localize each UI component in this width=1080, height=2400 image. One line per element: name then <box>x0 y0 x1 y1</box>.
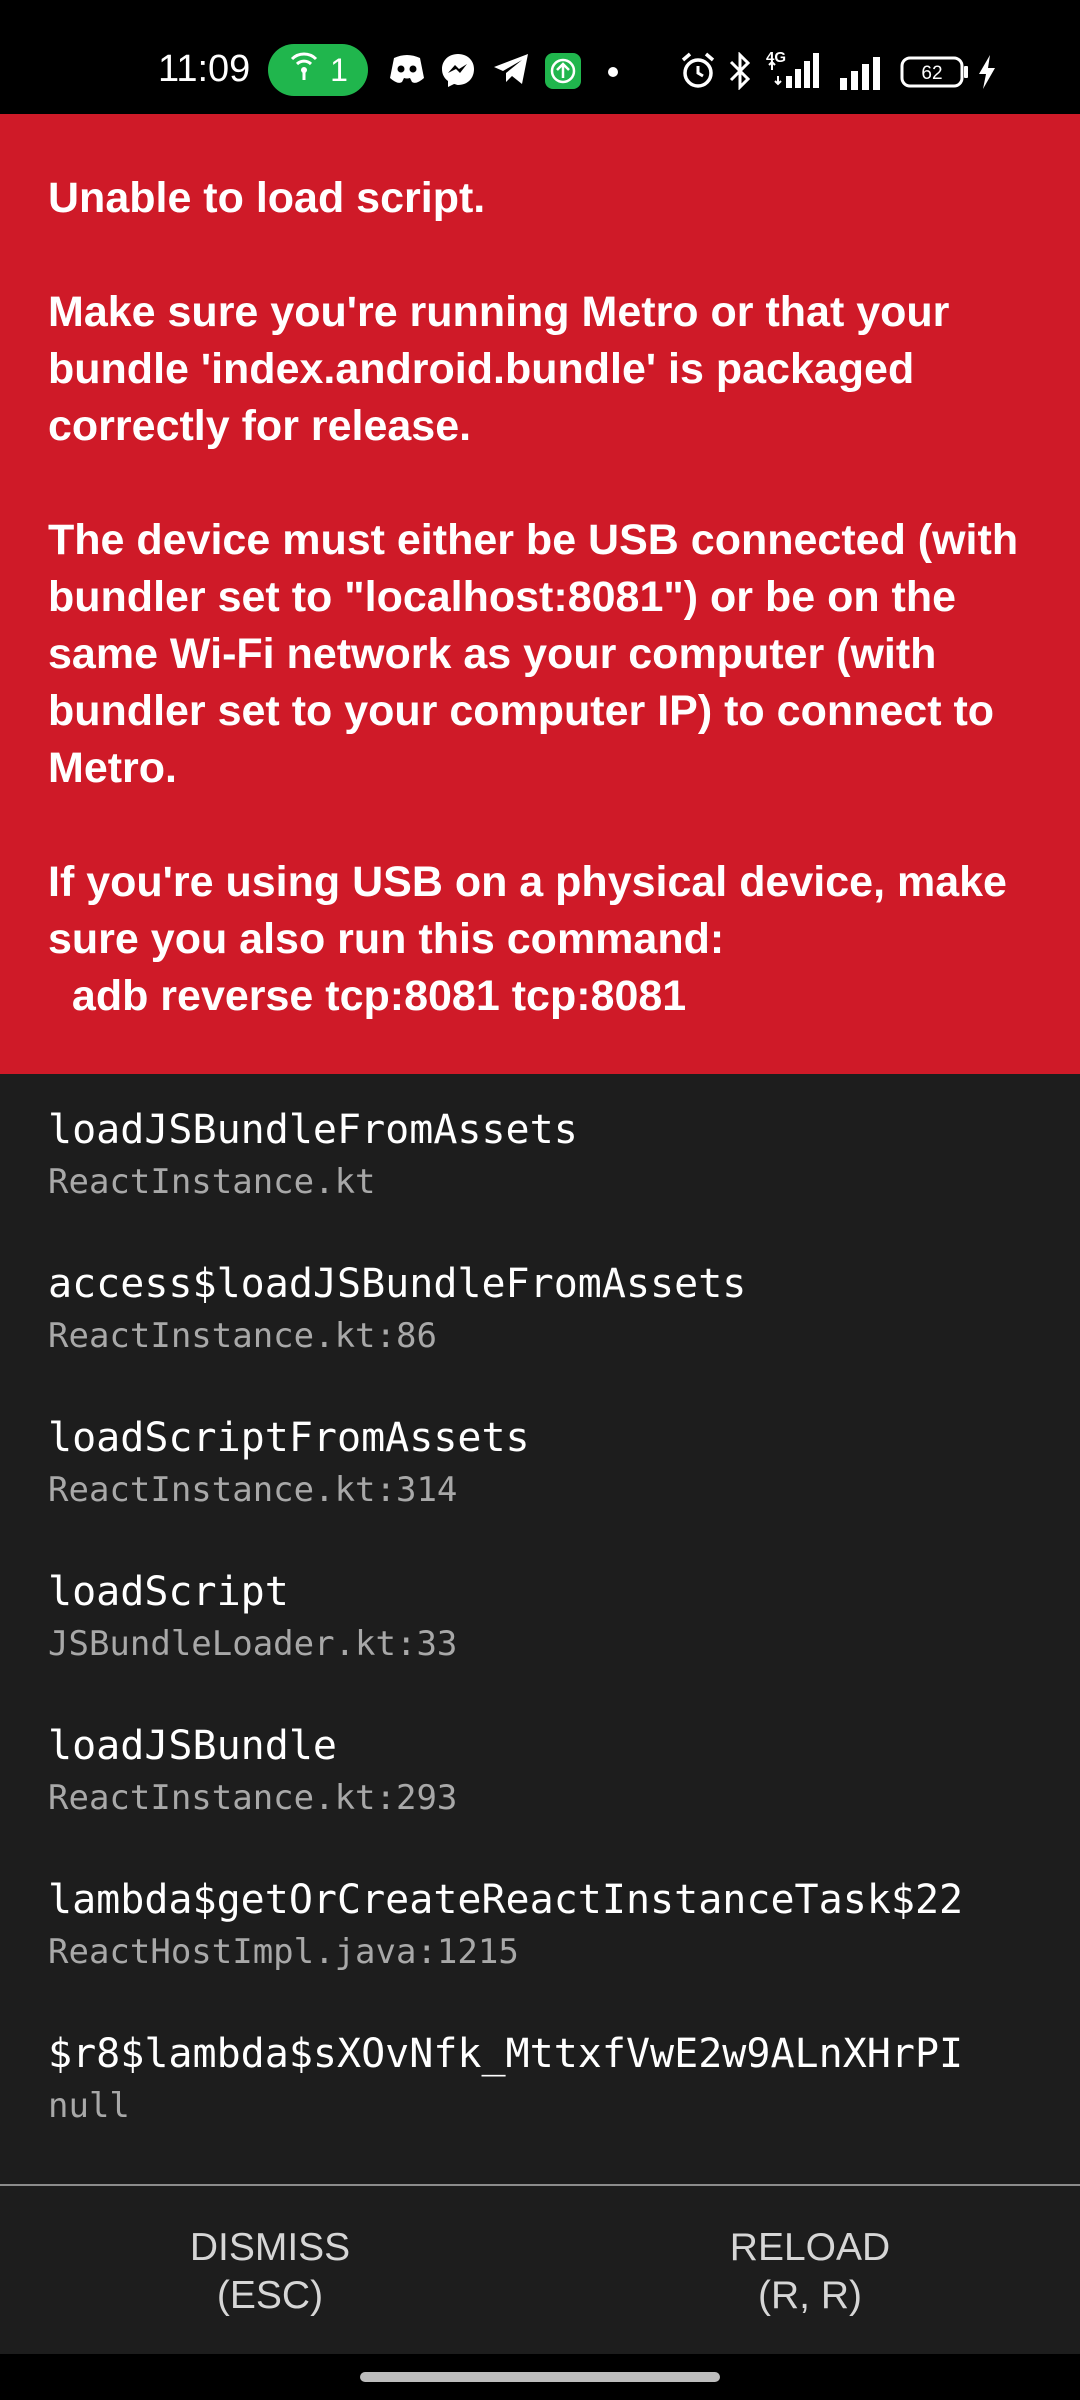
gesture-handle[interactable] <box>360 2372 720 2382</box>
frame-method: loadScriptFromAssets <box>48 1415 530 1461</box>
frame-method: access$loadJSBundleFromAssets <box>48 1261 747 1307</box>
discord-icon <box>388 52 426 86</box>
frame-file: ReactInstance.kt:86 <box>48 1316 437 1356</box>
charging-icon <box>976 54 998 90</box>
battery-level: 62 <box>921 63 942 84</box>
error-message: Unable to load script. Make sure you're … <box>48 174 1019 1020</box>
stack-trace-list[interactable]: loadJSBundleFromAssets ReactInstance.kt … <box>0 1074 1080 2184</box>
telegram-icon <box>492 52 530 86</box>
messenger-icon <box>440 52 476 88</box>
reload-button[interactable]: RELOAD (R, R) <box>540 2186 1080 2356</box>
dismiss-shortcut: (ESC) <box>216 2274 324 2317</box>
stack-frame[interactable]: loadJSBundle ReactInstance.kt:293 <box>48 1720 1068 1824</box>
frame-method: loadScript <box>48 1569 289 1615</box>
frame-file: ReactInstance.kt:293 <box>48 1778 458 1818</box>
frame-file: ReactInstance.kt <box>48 1162 376 1202</box>
status-bar: 11:09 1 4G 62 <box>0 0 1080 114</box>
action-bar: DISMISS (ESC) RELOAD (R, R) <box>0 2184 1080 2356</box>
frame-file: ReactHostImpl.java:1215 <box>48 1932 519 1972</box>
stack-frame[interactable]: $r8$lambda$sXOvNfk_MttxfVwE2w9ALnXHrPI n… <box>48 2028 1068 2132</box>
hotspot-indicator[interactable]: 1 <box>268 44 368 96</box>
stack-frame[interactable]: lambda$getOrCreateReactInstanceTask$22 R… <box>48 1874 1068 1978</box>
signal-4g-icon: 4G <box>764 48 824 90</box>
bluetooth-icon <box>728 52 752 90</box>
frame-method: loadJSBundleFromAssets <box>48 1107 578 1153</box>
dismiss-button[interactable]: DISMISS (ESC) <box>0 2186 540 2356</box>
signal-icon <box>838 56 886 90</box>
navigation-bar <box>0 2354 1080 2400</box>
frame-method: loadJSBundle <box>48 1723 337 1769</box>
hotspot-count: 1 <box>330 51 348 88</box>
frame-file: JSBundleLoader.kt:33 <box>48 1624 458 1664</box>
stack-frame[interactable]: loadJSBundleFromAssets ReactInstance.kt <box>48 1104 1068 1208</box>
frame-method: $r8$lambda$sXOvNfk_MttxfVwE2w9ALnXHrPI <box>48 2031 964 2077</box>
stack-frame[interactable]: loadScriptFromAssets ReactInstance.kt:31… <box>48 1412 1068 1516</box>
hotspot-icon <box>288 50 320 90</box>
dismiss-label: DISMISS <box>189 2226 351 2269</box>
stack-frame[interactable]: loadScript JSBundleLoader.kt:33 <box>48 1566 1068 1670</box>
alarm-icon <box>680 52 716 90</box>
upload-icon <box>544 52 582 90</box>
reload-shortcut: (R, R) <box>758 2274 862 2317</box>
error-header: Unable to load script. Make sure you're … <box>0 114 1080 1074</box>
dot-icon <box>607 66 619 78</box>
battery-icon: 62 <box>900 56 970 88</box>
stack-frame[interactable]: access$loadJSBundleFromAssets ReactInsta… <box>48 1258 1068 1362</box>
reload-label: RELOAD <box>729 2226 891 2269</box>
status-time: 11:09 <box>158 48 251 90</box>
frame-file: ReactInstance.kt:314 <box>48 1470 458 1510</box>
frame-file: null <box>48 2086 130 2126</box>
frame-method: lambda$getOrCreateReactInstanceTask$22 <box>48 1877 964 1923</box>
network-label: 4G <box>766 49 786 66</box>
